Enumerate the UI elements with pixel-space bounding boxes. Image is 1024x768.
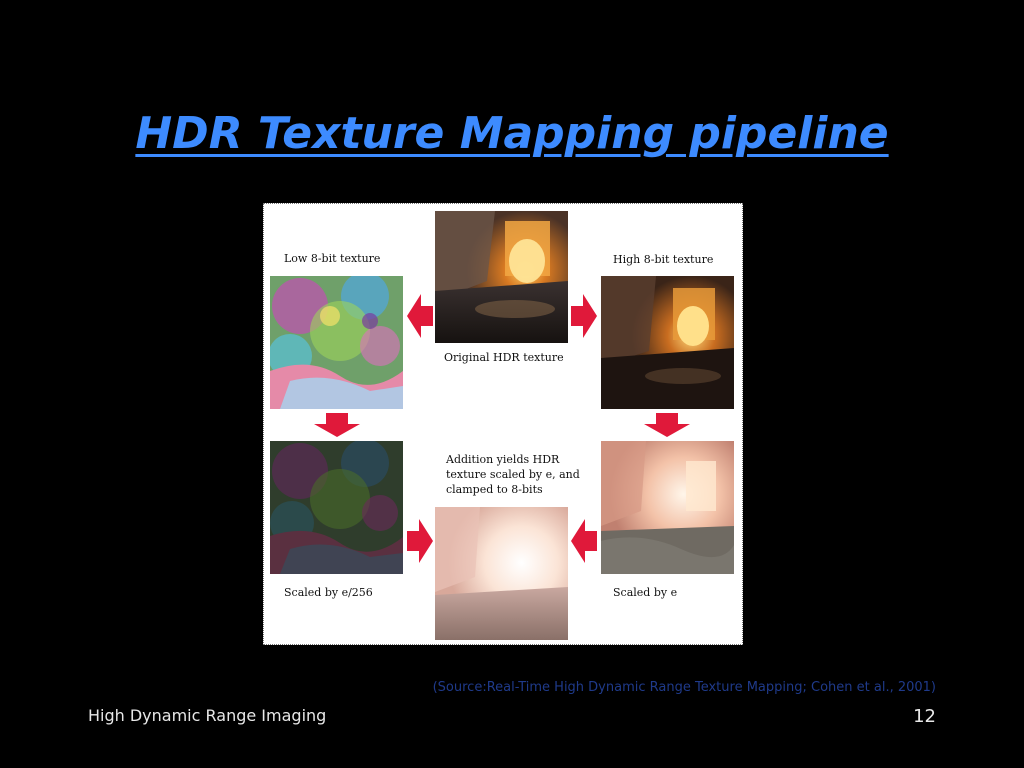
- caption-scaled-high: Scaled by e: [613, 586, 678, 599]
- caption-addition: Addition yields HDR texture scaled by e,…: [446, 453, 580, 496]
- scaled-high-texture-image: [601, 441, 734, 574]
- page-number: 12: [913, 706, 936, 727]
- original-hdr-texture-image: [435, 211, 568, 343]
- addition-result-image: [435, 507, 568, 640]
- caption-low-texture: Low 8-bit texture: [284, 252, 381, 265]
- caption-scaled-low: Scaled by e/256: [284, 586, 373, 599]
- high-8bit-texture-image: [601, 276, 734, 409]
- arrow-down-left-icon: [314, 413, 360, 437]
- pipeline-figure: Low 8-bit texture High 8-bit texture Ori…: [263, 203, 743, 645]
- arrow-left-to-low-icon: [407, 294, 433, 338]
- slide-title: HDR Texture Mapping pipeline: [135, 108, 889, 159]
- caption-original: Original HDR texture: [444, 351, 564, 364]
- arrow-right-to-addition-icon: [407, 519, 433, 563]
- footer-title: High Dynamic Range Imaging: [88, 706, 327, 725]
- arrow-left-to-addition-icon: [571, 519, 597, 563]
- arrow-right-to-high-icon: [571, 294, 597, 338]
- caption-high-texture: High 8-bit texture: [613, 253, 714, 266]
- low-8bit-texture-image: [270, 276, 403, 409]
- scaled-low-texture-image: [270, 441, 403, 574]
- arrow-down-right-icon: [644, 413, 690, 437]
- source-citation: (Source:Real-Time High Dynamic Range Tex…: [432, 680, 936, 695]
